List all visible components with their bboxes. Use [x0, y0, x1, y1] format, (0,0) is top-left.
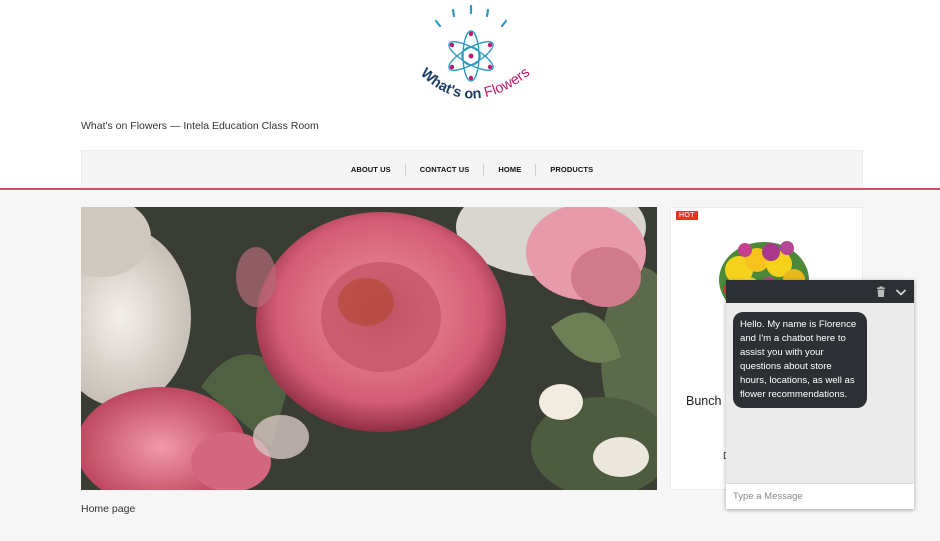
- chatbot-widget: Hello. My name is Florence and I'm a cha…: [726, 280, 914, 509]
- logo-rays: [434, 4, 508, 28]
- trash-icon[interactable]: [874, 285, 888, 299]
- logo-text: What's on Flowers: [417, 64, 533, 102]
- chat-message-input[interactable]: [726, 483, 914, 509]
- nav-item-home[interactable]: HOME: [484, 165, 535, 174]
- chevron-down-icon[interactable]: [894, 285, 908, 299]
- page-label: Home page: [81, 503, 136, 515]
- hero-image: [81, 207, 657, 490]
- header-divider: [0, 188, 940, 190]
- site-tagline: What's on Flowers — Intela Education Cla…: [81, 120, 319, 132]
- hot-badge: HOT: [676, 211, 698, 220]
- product-title[interactable]: Bunch: [686, 394, 721, 408]
- chat-message-bubble: Hello. My name is Florence and I'm a cha…: [733, 312, 867, 408]
- chat-header: [726, 280, 914, 303]
- nav-item-contact-us[interactable]: CONTACT US: [406, 165, 484, 174]
- site-header: What's on Flowers What's on Flowers — In…: [0, 0, 940, 188]
- main-navigation: ABOUT US CONTACT US HOME PRODUCTS: [81, 150, 863, 188]
- nav-item-about-us[interactable]: ABOUT US: [337, 165, 405, 174]
- site-logo[interactable]: What's on Flowers: [410, 4, 534, 116]
- nav-item-products[interactable]: PRODUCTS: [536, 165, 607, 174]
